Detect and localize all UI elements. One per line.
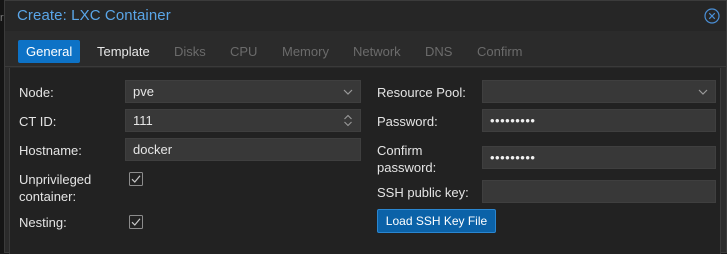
node-value: pve — [133, 84, 154, 99]
ssh-key-label: SSH public key: — [377, 185, 469, 200]
nesting-checkbox[interactable] — [129, 215, 143, 229]
chevron-down-icon[interactable] — [342, 84, 354, 99]
ct-id-spinner[interactable]: 111 — [125, 109, 361, 132]
node-select[interactable]: pve — [125, 80, 361, 103]
general-panel: Node: pve CT ID: 111 Hostname: docker Un — [9, 68, 721, 254]
password-input[interactable]: ••••••••• — [482, 109, 716, 132]
tab-cpu[interactable]: CPU — [222, 40, 265, 63]
password-label: Password: — [377, 114, 438, 129]
tab-disks[interactable]: Disks — [166, 40, 214, 63]
dialog-title: Create: LXC Container — [17, 7, 171, 24]
dialog-titlebar[interactable]: Create: LXC Container — [5, 1, 726, 31]
confirm-password-label-line1: Confirm — [377, 143, 423, 158]
close-icon[interactable] — [704, 8, 720, 24]
confirm-password-masked-value: ••••••••• — [490, 150, 536, 165]
node-label: Node: — [19, 85, 54, 100]
confirm-password-label-line2: password: — [377, 160, 437, 175]
confirm-password-input[interactable]: ••••••••• — [482, 146, 716, 169]
tab-general[interactable]: General — [18, 40, 81, 63]
ct-id-label: CT ID: — [19, 114, 57, 129]
unprivileged-checkbox[interactable] — [129, 172, 143, 186]
spinner-icon[interactable] — [342, 113, 354, 128]
password-masked-value: ••••••••• — [490, 113, 536, 128]
tab-dns[interactable]: DNS — [417, 40, 460, 63]
resource-pool-select[interactable] — [482, 80, 716, 103]
ssh-key-input[interactable] — [482, 180, 716, 203]
hostname-label: Hostname: — [19, 143, 82, 158]
create-lxc-dialog: Create: LXC Container General Template D… — [4, 0, 727, 254]
tab-confirm[interactable]: Confirm — [469, 40, 531, 63]
nesting-label: Nesting: — [19, 215, 67, 230]
tab-network[interactable]: Network — [345, 40, 409, 63]
ct-id-value: 111 — [133, 113, 153, 128]
unprivileged-label-line2: container: — [19, 189, 77, 204]
tab-memory[interactable]: Memory — [274, 40, 337, 63]
tab-bar: General Template Disks CPU Memory Networ… — [5, 31, 726, 67]
resource-pool-label: Resource Pool: — [377, 85, 466, 100]
unprivileged-label-line1: Unprivileged — [19, 172, 92, 187]
hostname-value: docker — [133, 142, 173, 157]
load-ssh-key-button[interactable]: Load SSH Key File — [377, 209, 496, 233]
hostname-input[interactable]: docker — [125, 138, 361, 161]
tab-template[interactable]: Template — [89, 40, 158, 63]
chevron-down-icon[interactable] — [697, 84, 709, 99]
